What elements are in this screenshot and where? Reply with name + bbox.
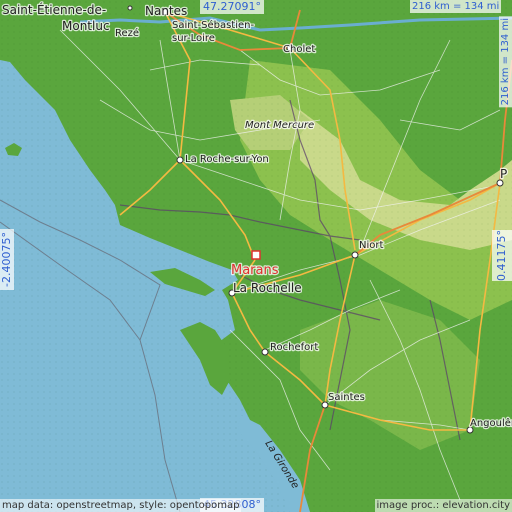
map-attribution: map data: openstreetmap, style: opentopo… [0,499,242,512]
la-roche-sur-yon-marker [176,156,184,164]
label-poitiers-partial: P [500,167,507,181]
label-saint-etienne-2: Montluc [62,19,110,33]
image-attribution: image proc.: elevation.city [374,499,512,512]
label-marans: Marans [231,263,279,278]
east-coordinate: 0.41175° [492,230,512,281]
label-angouleme: Angoulêm [470,417,512,429]
label-saintes: Saintes [328,392,365,403]
label-reze: Rezé [115,27,139,39]
map-canvas: Saint-Étienne-de- Montluc Nantes Rezé Sa… [0,0,512,512]
label-saint-sebastien-1: Saint-Sébastien- [172,19,254,31]
north-coordinate: 47.27091° [200,0,264,14]
map-view[interactable]: Saint-Étienne-de- Montluc Nantes Rezé Sa… [0,0,512,512]
horizontal-scale: 216 km = 134 mi [410,0,502,13]
label-nantes: Nantes [145,4,187,18]
label-mont-mercure: Mont Mercure [245,120,314,131]
label-la-rochelle: La Rochelle [233,281,302,295]
niort-marker [351,251,359,259]
rochefort-marker [261,348,269,356]
marans-location-marker[interactable] [251,250,261,260]
label-saint-etienne-1: Saint-Étienne-de- [2,2,106,17]
label-la-roche-sur-yon: La Roche-sur-Yon [185,154,269,165]
reze-marker [127,5,133,11]
vertical-scale: 216 km = 134 mi [499,16,512,108]
label-saint-sebastien-2: sur-Loire [172,33,215,44]
west-coordinate: -2.40075° [0,229,14,290]
label-rochefort: Rochefort [270,342,318,353]
label-cholet: Cholet [283,44,315,55]
label-niort: Niort [359,240,383,251]
